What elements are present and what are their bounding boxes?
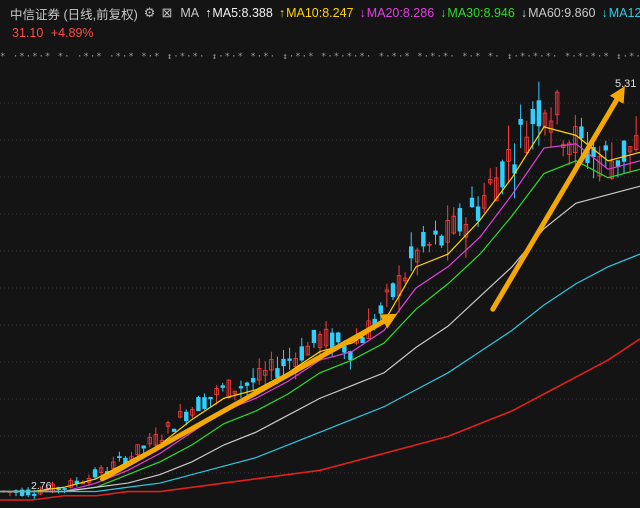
candle-body — [202, 397, 207, 409]
low-price-label: 2.76 — [31, 480, 52, 492]
price-value: 31.10 — [12, 26, 44, 40]
candle-body — [220, 385, 225, 388]
candle-body — [74, 480, 79, 484]
candle-body — [25, 489, 31, 496]
candle-body — [287, 358, 292, 361]
candle-body — [244, 382, 250, 386]
ma10-trend-arrow: ↑ — [278, 6, 286, 20]
candle-body — [171, 428, 177, 432]
trend-arrow — [490, 86, 625, 312]
candle-body — [500, 161, 505, 188]
kline-chart[interactable] — [0, 66, 640, 508]
candle-body — [196, 397, 201, 412]
ma120-trend-arrow: ↓ — [601, 6, 608, 20]
event-marker-row[interactable]: * ·*·*·* *· ·*·* ·*·* *·* ↕·*·*· ↕·*·* *… — [0, 52, 640, 66]
ma5-trend-arrow: ↑ — [205, 6, 212, 20]
candle-body — [299, 346, 304, 361]
current-price: 31.10 +4.89% — [12, 26, 98, 40]
candle-body — [62, 488, 67, 490]
candle-body — [390, 283, 396, 298]
high-price-label: 5.31 — [615, 78, 637, 90]
candle-body — [360, 337, 365, 344]
ma-indicator-label[interactable]: MA — [180, 6, 199, 20]
ma60-trend-arrow: ↓ — [520, 6, 528, 20]
candle-body — [141, 445, 146, 449]
candle-body — [621, 140, 627, 162]
candle-body — [311, 329, 317, 343]
settings-icon[interactable]: ⚙ — [144, 5, 156, 21]
trend-annotation-arrows — [99, 86, 625, 482]
ma20-trend-arrow: ↓ — [359, 6, 366, 20]
candle-body — [475, 206, 481, 221]
ma10-line — [0, 126, 640, 493]
ma20-value: ↓MA20:8.286 — [359, 6, 435, 20]
candle-body — [117, 456, 122, 459]
candle-body — [530, 108, 535, 124]
chart-header: 中信证券 (日线,前复权) ⚙ ⊠ MA ↑MA5:8.388 ↑MA10:8.… — [0, 0, 640, 26]
ma60-value: ↓MA60:9.860 — [520, 6, 596, 20]
ma30-value: ↓MA30:8.946 — [440, 6, 515, 20]
candle-body — [579, 126, 584, 139]
candle-body — [615, 160, 621, 167]
candle-body — [275, 368, 280, 378]
stock-title[interactable]: 中信证券 (日线,前复权) — [10, 4, 138, 23]
trend-arrow — [99, 313, 398, 482]
candle-body — [32, 493, 37, 496]
ma30-trend-arrow: ↓ — [440, 6, 447, 20]
candle-body — [469, 197, 475, 208]
candle-body — [439, 235, 444, 246]
candle-body — [408, 246, 414, 259]
moving-average-lines — [0, 126, 640, 501]
candle-body — [603, 145, 608, 151]
candle-body — [433, 230, 438, 235]
candle-body — [457, 208, 463, 232]
ma20-line — [0, 143, 640, 493]
candlesticks — [1, 81, 639, 501]
candle-body — [421, 232, 426, 247]
candle-body — [92, 469, 98, 478]
ma120-value: ↓MA120:11 — [601, 6, 640, 20]
candle-body — [536, 100, 542, 127]
candle-body — [518, 118, 523, 125]
candle-body — [336, 332, 341, 343]
price-change: +4.89% — [50, 26, 94, 40]
chart-gridlines — [0, 102, 640, 474]
candle-body — [238, 386, 244, 389]
ma5-value: ↑MA5:8.388 — [205, 6, 273, 20]
candle-body — [184, 411, 189, 421]
close-icon[interactable]: ⊠ — [161, 5, 172, 21]
candle-body — [281, 358, 286, 367]
ma10-value: ↑MA10:8.247 — [278, 6, 354, 20]
candle-body — [250, 377, 256, 383]
candle-body — [208, 396, 213, 400]
candle-body — [378, 305, 383, 314]
candle-body — [19, 489, 25, 496]
ma30-line — [0, 160, 640, 493]
